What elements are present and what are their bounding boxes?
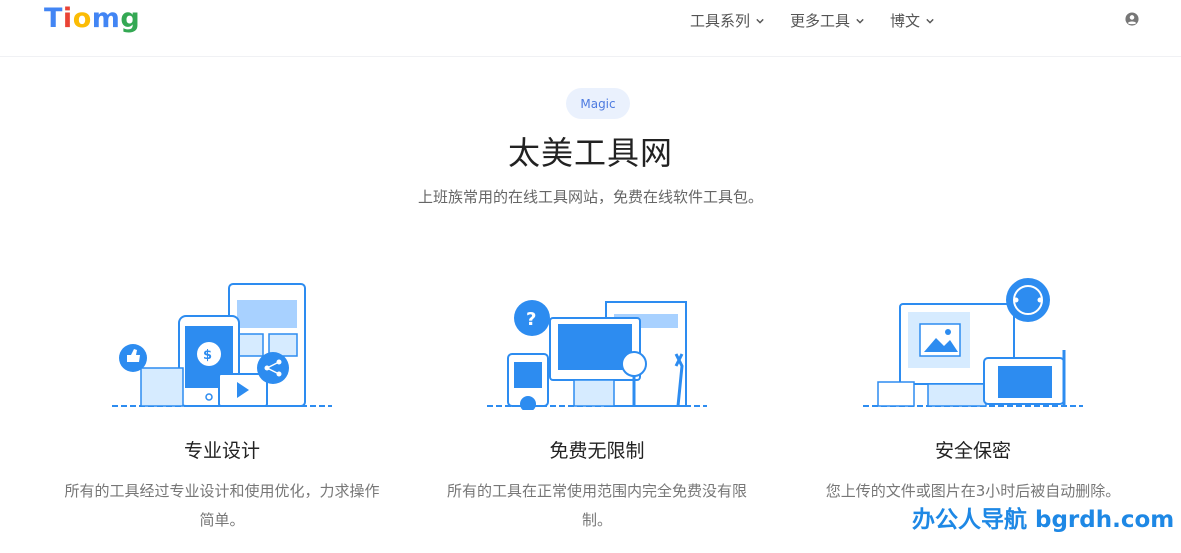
monitor-question-illustration: ?	[487, 300, 707, 410]
chevron-down-icon	[756, 18, 764, 24]
nav-item-label: 工具系列	[690, 12, 751, 30]
top-navbar: Tiomg 工具系列 更多工具 博文	[0, 0, 1181, 57]
feature-title: 安全保密	[934, 440, 1011, 462]
watermark: 办公人导航 bgrdh.com	[912, 507, 1175, 533]
feature-description: 所有的工具在正常使用范围内完全免费没有限制。	[446, 482, 747, 529]
feature-card-free: ? 免费无限制 所有的工具在正常使用范围内完全免费没有限制。	[432, 270, 762, 535]
phone-devices-illustration: $	[112, 283, 332, 407]
nav-item-more-tools[interactable]: 更多工具	[790, 10, 864, 31]
svg-text:$: $	[203, 348, 212, 363]
logo-letter: i	[62, 3, 73, 34]
nav-item-blog[interactable]: 博文	[890, 10, 934, 31]
logo-letter: g	[120, 3, 141, 34]
nav-item-tool-series[interactable]: 工具系列	[690, 10, 764, 31]
main-nav: 工具系列 更多工具 博文	[690, 10, 960, 31]
nav-item-label: 更多工具	[790, 12, 851, 30]
logo-letter: m	[91, 3, 121, 34]
feature-title: 专业设计	[183, 440, 260, 462]
feature-description: 所有的工具经过专业设计和使用优化，力求操作简单。	[64, 482, 380, 529]
feature-card-secure: 安全保密 您上传的文件或图片在3小时后被自动删除。	[808, 270, 1138, 506]
hero-tag: Magic	[566, 88, 630, 119]
site-logo[interactable]: Tiomg	[44, 3, 140, 34]
nav-item-label: 博文	[890, 12, 921, 30]
logo-letter: o	[72, 3, 92, 34]
feature-title: 免费无限制	[549, 440, 645, 462]
svg-text:?: ?	[526, 309, 536, 330]
chevron-down-icon	[856, 18, 864, 24]
logo-letter: T	[44, 3, 63, 34]
page-title: 太美工具网	[507, 134, 673, 172]
feature-card-professional: $ 专业设计 所有的工具经过专业设计和使用优化，力求操作简单。	[57, 270, 387, 535]
page-subtitle: 上班族常用的在线工具网站，免费在线软件工具包。	[417, 188, 763, 206]
design-tablet-illustration	[863, 278, 1083, 407]
user-circle-icon[interactable]	[1125, 12, 1139, 26]
chevron-down-icon	[926, 18, 934, 24]
